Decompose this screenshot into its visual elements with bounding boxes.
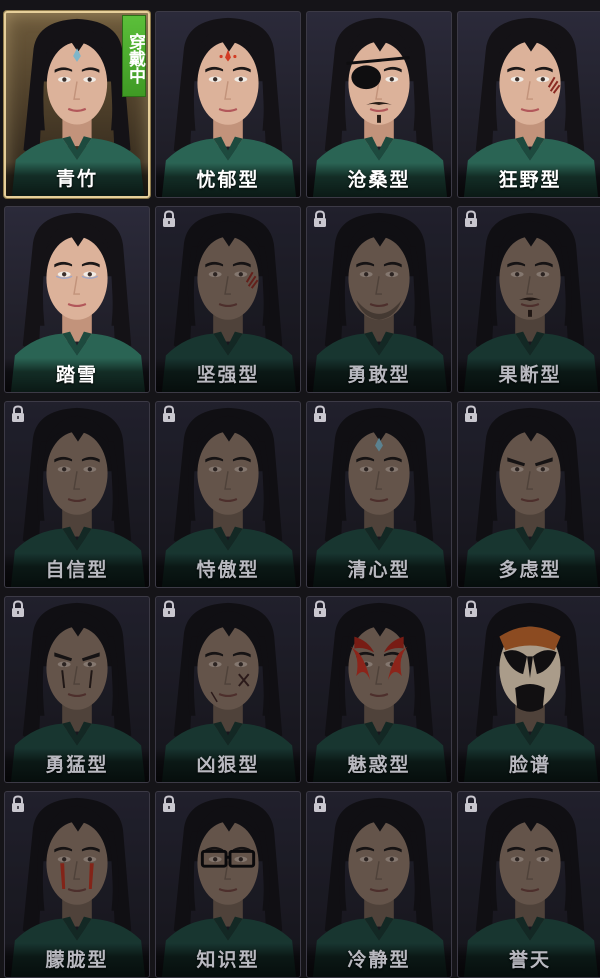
face-style-label: 勇猛型	[5, 748, 149, 782]
face-style-tile[interactable]: 冷静型	[306, 791, 452, 978]
lock-icon	[12, 405, 24, 422]
lock-icon	[314, 405, 326, 422]
face-style-tile[interactable]: 勇敢型	[306, 206, 452, 393]
face-style-tile[interactable]: 凶狠型	[155, 596, 301, 783]
face-style-label: 果断型	[458, 358, 600, 392]
face-style-label: 沧桑型	[307, 163, 451, 197]
face-style-tile[interactable]: 忧郁型	[155, 11, 301, 198]
face-style-label: 忧郁型	[156, 163, 300, 197]
face-style-tile[interactable]: 自信型	[4, 401, 150, 588]
face-style-tile[interactable]: 勇猛型	[4, 596, 150, 783]
face-style-grid: 穿戴中青竹 忧郁型 沧桑型 狂野型踏雪 坚强型 勇敢型 果断型自信型 恃傲型 清心型 多虑型勇猛型…	[4, 11, 600, 978]
face-style-tile[interactable]: 狂野型	[457, 11, 600, 198]
face-style-label: 脸谱	[458, 748, 600, 782]
face-style-tile[interactable]: 沧桑型	[306, 11, 452, 198]
lock-icon	[163, 405, 175, 422]
wearing-badge: 穿戴中	[122, 15, 146, 97]
lock-icon	[163, 210, 175, 227]
lock-icon	[163, 795, 175, 812]
face-style-label: 朦胧型	[5, 943, 149, 977]
face-style-tile[interactable]: 脸谱	[457, 596, 600, 783]
face-style-tile[interactable]: 清心型	[306, 401, 452, 588]
face-style-label: 冷静型	[307, 943, 451, 977]
face-style-label: 誉天	[458, 943, 600, 977]
lock-icon	[465, 210, 477, 227]
face-style-label: 踏雪	[5, 358, 149, 392]
face-style-tile[interactable]: 朦胧型	[4, 791, 150, 978]
face-style-tile[interactable]: 誉天	[457, 791, 600, 978]
face-style-tile[interactable]: 魅惑型	[306, 596, 452, 783]
face-style-label: 狂野型	[458, 163, 600, 197]
lock-icon	[465, 600, 477, 617]
lock-icon	[465, 795, 477, 812]
lock-icon	[314, 600, 326, 617]
lock-icon	[12, 600, 24, 617]
lock-icon	[12, 795, 24, 812]
face-style-label: 清心型	[307, 553, 451, 587]
face-style-tile[interactable]: 穿戴中青竹	[4, 11, 150, 198]
face-style-label: 青竹	[6, 162, 148, 196]
face-style-label: 勇敢型	[307, 358, 451, 392]
lock-icon	[163, 600, 175, 617]
face-style-tile[interactable]: 坚强型	[155, 206, 301, 393]
face-style-tile[interactable]: 果断型	[457, 206, 600, 393]
face-style-label: 多虑型	[458, 553, 600, 587]
lock-icon	[314, 210, 326, 227]
face-style-tile[interactable]: 多虑型	[457, 401, 600, 588]
face-style-label: 魅惑型	[307, 748, 451, 782]
face-style-tile[interactable]: 知识型	[155, 791, 301, 978]
face-style-label: 坚强型	[156, 358, 300, 392]
face-style-label: 恃傲型	[156, 553, 300, 587]
face-style-label: 自信型	[5, 553, 149, 587]
face-style-label: 知识型	[156, 943, 300, 977]
face-style-tile[interactable]: 恃傲型	[155, 401, 301, 588]
face-style-tile[interactable]: 踏雪	[4, 206, 150, 393]
face-style-label: 凶狠型	[156, 748, 300, 782]
lock-icon	[465, 405, 477, 422]
lock-icon	[314, 795, 326, 812]
